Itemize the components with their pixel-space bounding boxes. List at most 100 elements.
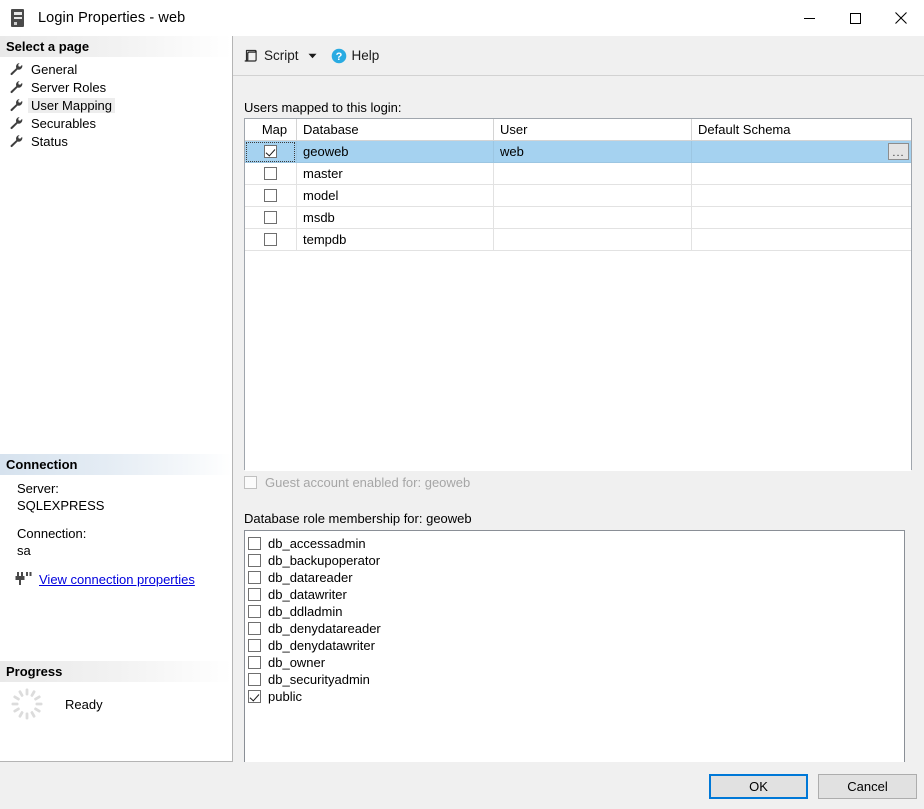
role-checkbox[interactable]	[248, 588, 261, 601]
role-checkbox[interactable]	[248, 554, 261, 567]
table-row[interactable]: tempdb	[245, 229, 911, 251]
login-properties-dialog: Login Properties - web Select a page Gen…	[0, 0, 924, 809]
role-checkbox[interactable]	[248, 656, 261, 669]
content-pane: Script ? Help Users mapped to this login…	[233, 36, 924, 769]
user-cell[interactable]	[494, 185, 692, 207]
help-button[interactable]: ? Help	[331, 48, 380, 64]
map-cell[interactable]	[245, 229, 297, 251]
default-schema-cell[interactable]	[692, 163, 911, 185]
connection-body: Server: SQLEXPRESS Connection: sa View c…	[0, 480, 232, 587]
role-label: db_denydatawriter	[268, 638, 375, 653]
wrench-icon	[10, 117, 23, 130]
sidebar-item-user-mapping[interactable]: User Mapping	[0, 96, 232, 114]
database-cell[interactable]: model	[297, 185, 494, 207]
user-cell[interactable]	[494, 207, 692, 229]
map-checkbox[interactable]	[264, 189, 277, 202]
sidebar-item-status[interactable]: Status	[0, 132, 232, 150]
sidebar-item-server-roles[interactable]: Server Roles	[0, 78, 232, 96]
help-label: Help	[351, 48, 380, 63]
column-header-user[interactable]: User	[494, 119, 692, 141]
progress-status: Ready	[65, 696, 103, 712]
wrench-icon	[10, 99, 23, 112]
list-item[interactable]: db_denydatawriter	[248, 637, 904, 654]
guest-account-row: Guest account enabled for: geoweb	[244, 475, 470, 490]
database-cell[interactable]: geoweb	[297, 141, 494, 163]
view-connection-properties-row[interactable]: View connection properties	[0, 571, 232, 587]
minimize-button[interactable]	[786, 0, 832, 36]
default-schema-cell[interactable]	[692, 185, 911, 207]
wrench-icon	[10, 135, 23, 148]
user-cell[interactable]: web	[494, 141, 692, 163]
table-row[interactable]: geoweb web ...	[245, 141, 911, 163]
role-checkbox[interactable]	[248, 605, 261, 618]
map-cell[interactable]	[245, 185, 297, 207]
user-cell[interactable]	[494, 163, 692, 185]
ok-button[interactable]: OK	[709, 774, 808, 799]
progress-section: Progress	[0, 661, 232, 682]
database-cell[interactable]: msdb	[297, 207, 494, 229]
maximize-button[interactable]	[832, 0, 878, 36]
list-item[interactable]: db_securityadmin	[248, 671, 904, 688]
user-mapping-grid[interactable]: Map Database User Default Schema geoweb …	[244, 118, 912, 471]
user-cell[interactable]	[494, 229, 692, 251]
database-cell[interactable]: master	[297, 163, 494, 185]
list-item[interactable]: db_backupoperator	[248, 552, 904, 569]
browse-schema-button[interactable]: ...	[888, 143, 909, 160]
column-header-map[interactable]: Map	[245, 119, 297, 141]
database-role-list[interactable]: db_accessadmin db_backupoperator db_data…	[244, 530, 905, 769]
window-controls	[786, 0, 924, 36]
list-item[interactable]: public	[248, 688, 904, 705]
script-button[interactable]: Script	[243, 48, 317, 64]
script-label: Script	[264, 48, 299, 63]
connection-header: Connection	[0, 454, 232, 475]
sidebar-item-general[interactable]: General	[0, 60, 232, 78]
role-label: db_datareader	[268, 570, 353, 585]
role-checkbox[interactable]	[248, 673, 261, 686]
map-checkbox[interactable]	[264, 211, 277, 224]
list-item[interactable]: db_owner	[248, 654, 904, 671]
server-tower-icon	[11, 9, 27, 27]
role-checkbox[interactable]	[248, 537, 261, 550]
sidebar-item-label: Securables	[31, 115, 97, 131]
close-button[interactable]	[878, 0, 924, 36]
map-cell[interactable]	[245, 207, 297, 229]
list-item[interactable]: db_datawriter	[248, 586, 904, 603]
list-item[interactable]: db_denydatareader	[248, 620, 904, 637]
list-item[interactable]: db_accessadmin	[248, 535, 904, 552]
chevron-down-icon[interactable]	[308, 53, 317, 59]
spinner-icon	[11, 688, 43, 720]
role-checkbox[interactable]	[248, 639, 261, 652]
sidebar-item-securables[interactable]: Securables	[0, 114, 232, 132]
table-row[interactable]: master	[245, 163, 911, 185]
column-header-database[interactable]: Database	[297, 119, 494, 141]
column-header-default-schema[interactable]: Default Schema	[692, 119, 911, 141]
view-connection-properties-link[interactable]: View connection properties	[39, 572, 195, 587]
map-cell[interactable]	[245, 141, 297, 163]
map-cell[interactable]	[245, 163, 297, 185]
role-checkbox[interactable]	[248, 690, 261, 703]
default-schema-cell[interactable]: ...	[692, 141, 911, 163]
role-checkbox[interactable]	[248, 571, 261, 584]
role-label: db_accessadmin	[268, 536, 366, 551]
page-list: General Server Roles User Mapping Secura…	[0, 57, 232, 150]
cancel-button[interactable]: Cancel	[818, 774, 917, 799]
sidebar-item-label: User Mapping	[28, 97, 115, 113]
role-checkbox[interactable]	[248, 622, 261, 635]
default-schema-cell[interactable]	[692, 207, 911, 229]
table-row[interactable]: msdb	[245, 207, 911, 229]
database-role-membership-label: Database role membership for: geoweb	[244, 511, 472, 526]
map-checkbox[interactable]	[264, 167, 277, 180]
connection-section: Connection	[0, 454, 232, 475]
role-label: db_owner	[268, 655, 326, 670]
default-schema-cell[interactable]	[692, 229, 911, 251]
map-checkbox[interactable]	[264, 145, 277, 158]
users-mapped-label: Users mapped to this login:	[244, 100, 402, 115]
table-row[interactable]: model	[245, 185, 911, 207]
list-item[interactable]: db_ddladmin	[248, 603, 904, 620]
wrench-icon	[10, 63, 23, 76]
map-checkbox[interactable]	[264, 233, 277, 246]
plug-icon	[15, 572, 32, 585]
list-item[interactable]: db_datareader	[248, 569, 904, 586]
database-cell[interactable]: tempdb	[297, 229, 494, 251]
help-circle-icon: ?	[331, 48, 346, 63]
